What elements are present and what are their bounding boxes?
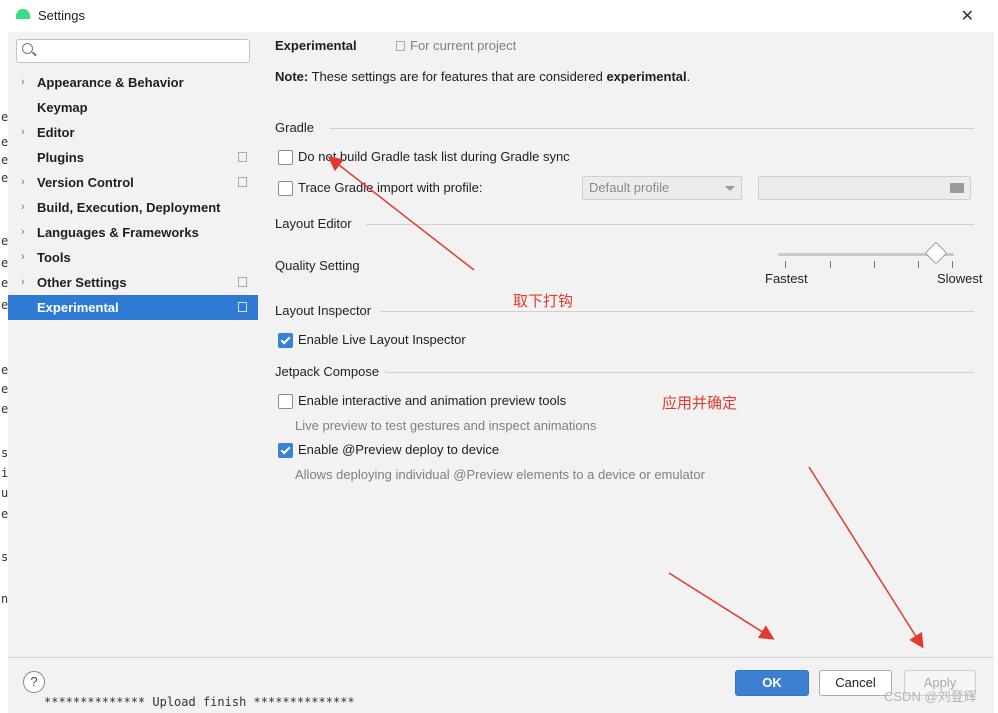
- arrow-to-gradle-checkbox: [327, 156, 475, 271]
- annotation-arrows: [327, 156, 924, 649]
- arrow-to-apply-button: [808, 466, 924, 649]
- arrow-to-ok-button: [668, 572, 775, 640]
